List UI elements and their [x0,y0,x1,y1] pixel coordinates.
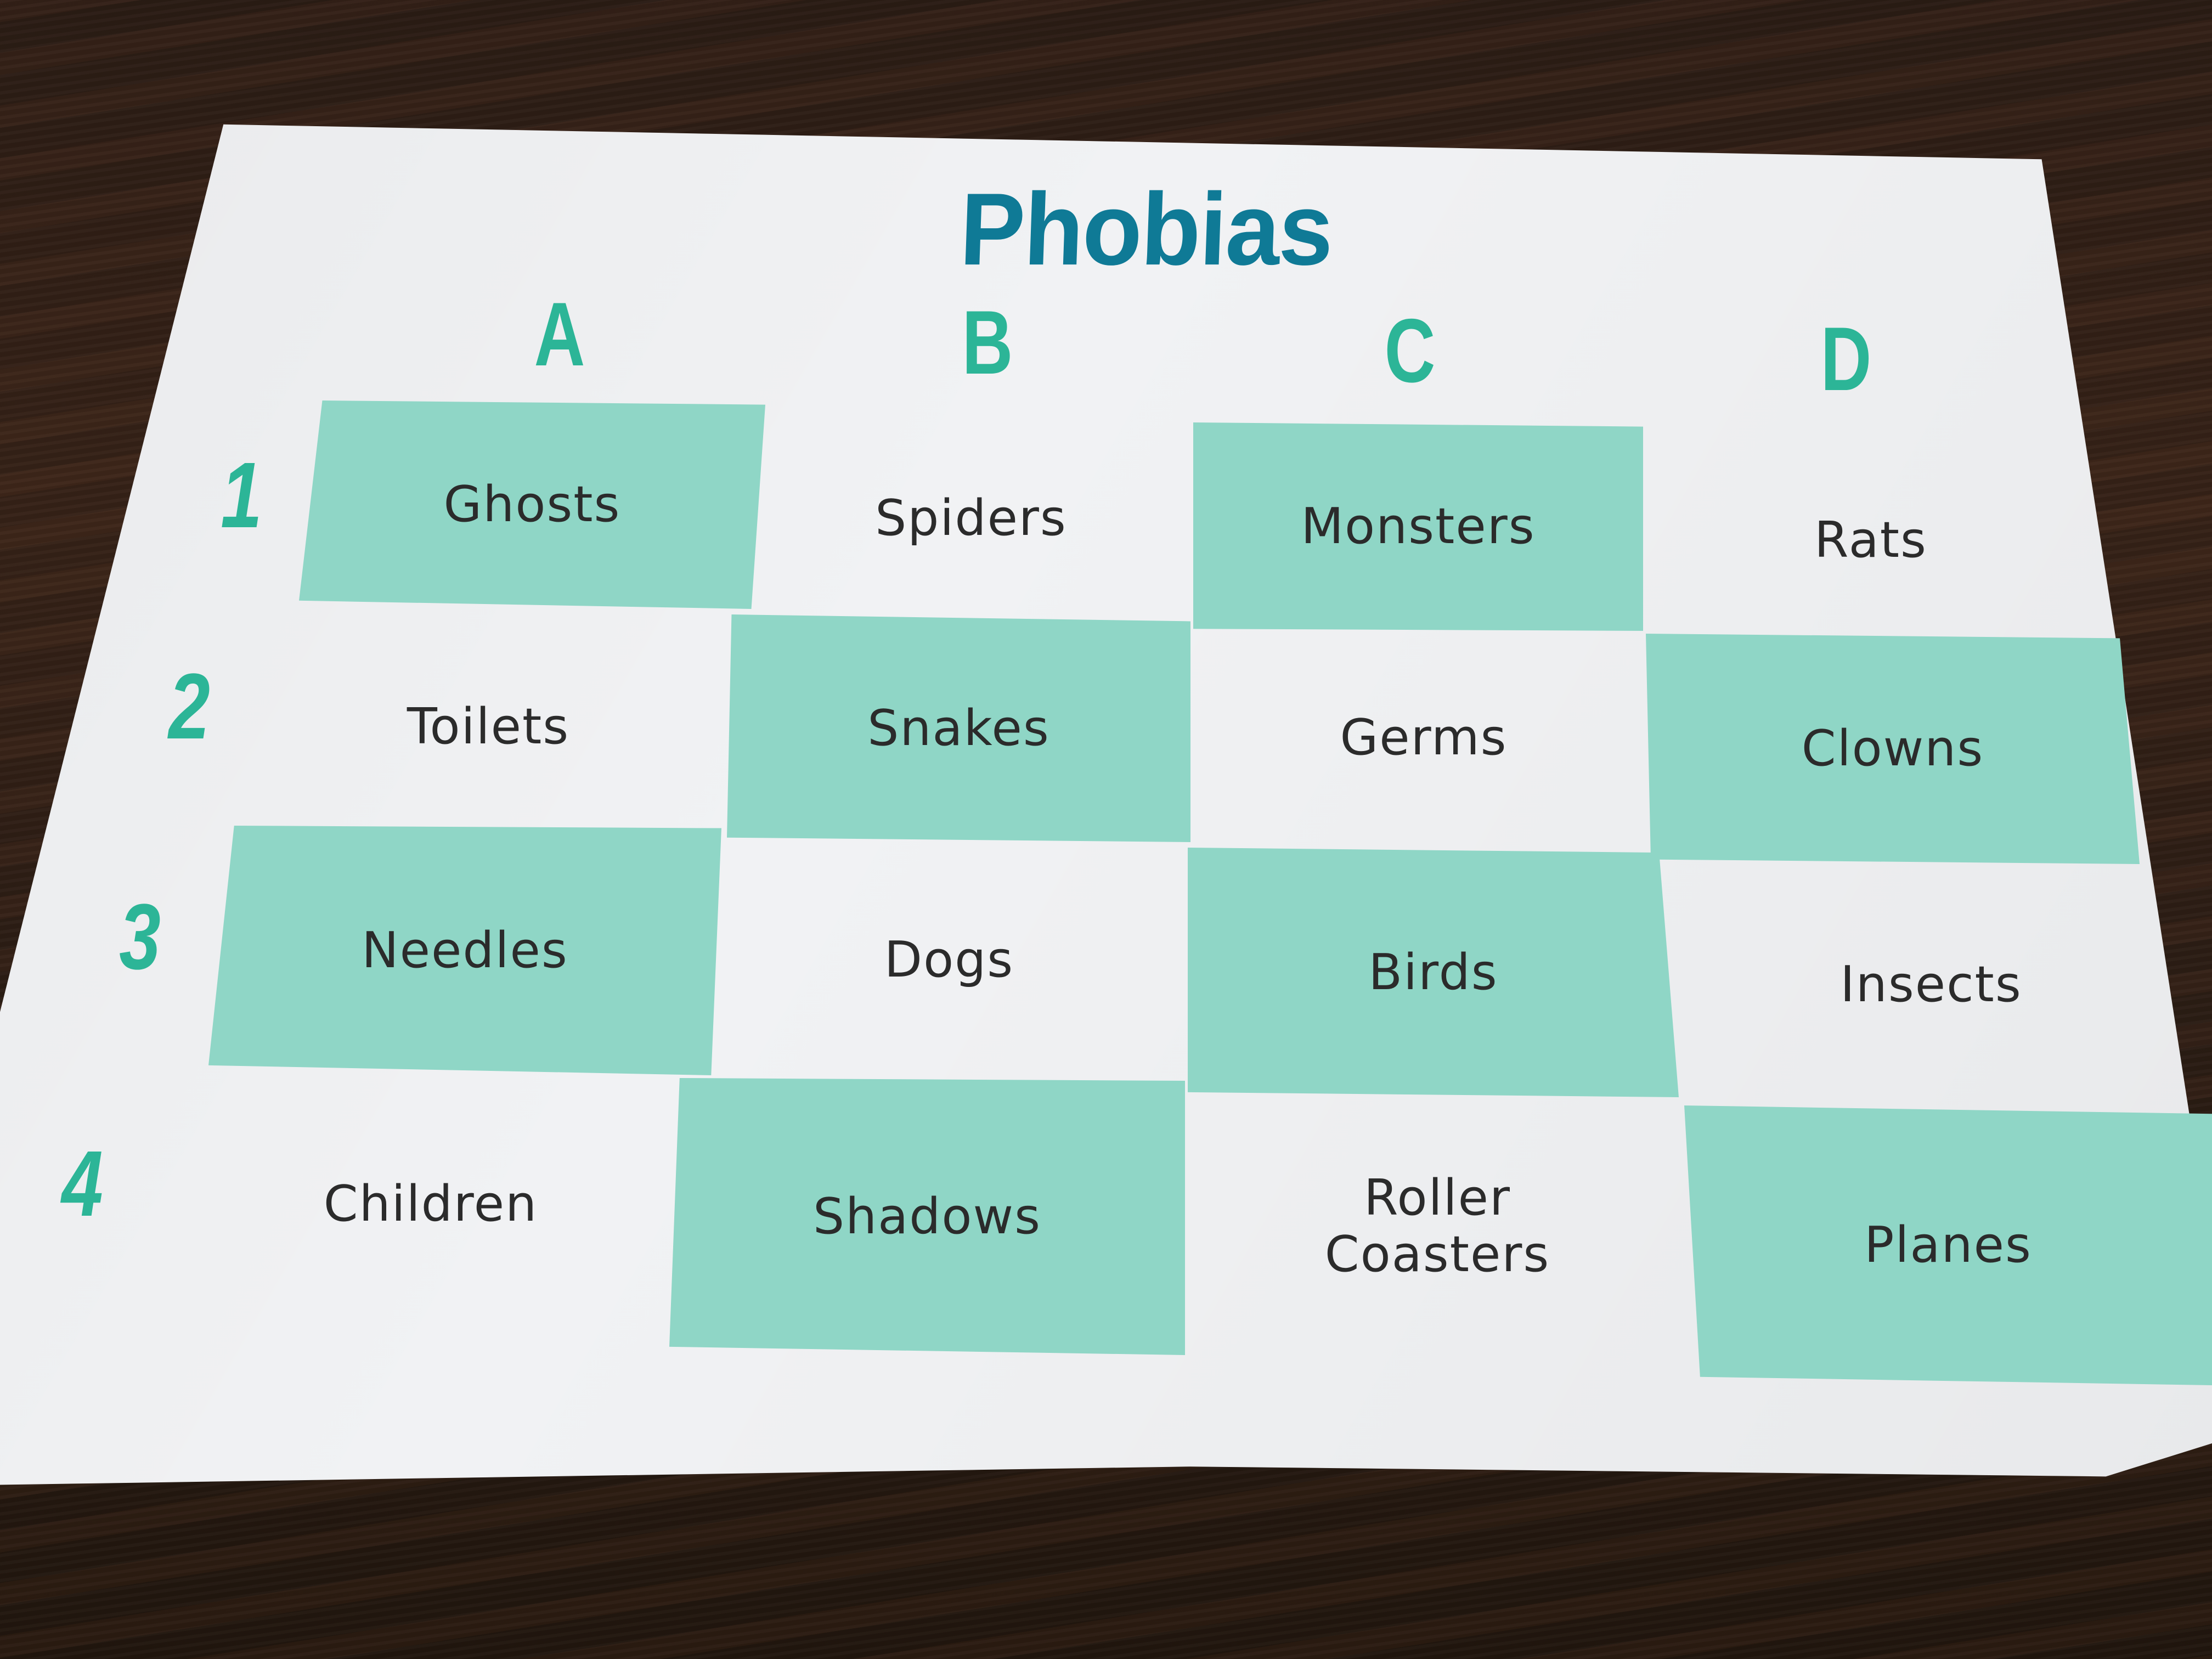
cell-b3-label: Dogs [884,931,1014,989]
row-header-1: 1 [221,443,262,548]
cell-c4-label: Roller Coasters [1324,1169,1550,1283]
cell-b1: Spiders [754,411,1188,625]
card-title: Phobias [958,172,1335,286]
cell-a1: Ghosts [299,400,765,609]
cell-c4: Roller Coasters [1185,1094,1690,1358]
cell-c3-label: Birds [1368,943,1498,1001]
cell-b4-label: Shadows [812,1187,1041,1245]
cell-c3: Birds [1188,848,1679,1097]
cell-a4: Children [154,1075,708,1333]
row-header-2: 2 [168,654,210,759]
row-header-4: 4 [61,1132,103,1236]
cell-b4: Shadows [669,1078,1185,1355]
cell-d2-label: Clowns [1801,720,1984,778]
cell-d1-label: Rats [1814,511,1927,569]
cell-a3-label: Needles [362,921,568,979]
cell-d3-label: Insects [1840,956,2022,1014]
cell-c2: Germs [1190,625,1657,850]
row-header-3: 3 [119,885,161,989]
cell-a3: Needles [208,826,721,1075]
column-header-a: A [534,284,585,385]
cell-b3: Dogs [708,839,1190,1081]
column-header-c: C [1384,300,1436,401]
cell-d2: Clowns [1646,634,2140,864]
cell-b2-label: Snakes [867,699,1050,757]
cell-d3: Insects [1676,861,2186,1108]
cell-a2-label: Toilets [407,698,570,756]
cell-b2: Snakes [727,614,1190,842]
cell-a4-label: Children [323,1175,538,1233]
cell-d1: Rats [1646,433,2096,647]
cell-c1: Monsters [1193,422,1643,631]
cell-d4-label: Planes [1864,1216,2032,1274]
cell-d4: Planes [1684,1105,2212,1385]
cell-c1-label: Monsters [1301,498,1536,556]
cell-a2: Toilets [247,617,730,837]
cell-c2-label: Germs [1340,709,1508,767]
column-header-b: B [962,292,1013,393]
column-header-d: D [1820,308,1872,409]
cell-a1-label: Ghosts [443,476,621,534]
cell-b1-label: Spiders [875,489,1067,548]
